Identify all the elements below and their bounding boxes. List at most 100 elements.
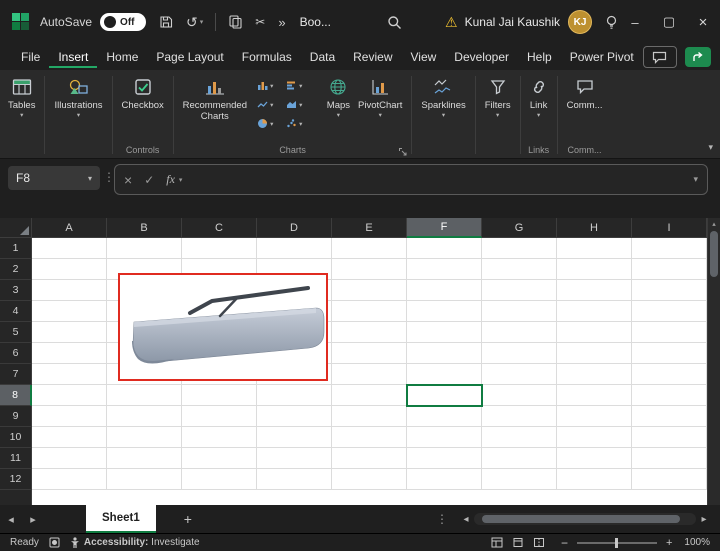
cell-I5[interactable] [632,322,707,343]
cell-G11[interactable] [482,448,557,469]
cell-C12[interactable] [182,469,257,490]
zoom-level[interactable]: 100% [684,537,710,548]
horizontal-scrollbar-thumb[interactable] [482,515,680,523]
cell-G5[interactable] [482,322,557,343]
cell-H7[interactable] [557,364,632,385]
warning-icon[interactable]: ⚠ [445,15,458,29]
cell-I1[interactable] [632,238,707,259]
cell-D8[interactable] [257,385,332,406]
cell-E9[interactable] [332,406,407,427]
menu-tab-data[interactable]: Data [301,47,344,68]
menu-tab-power-pivot[interactable]: Power Pivot [561,47,643,68]
cell-F2[interactable] [407,259,482,280]
cell-E2[interactable] [332,259,407,280]
cut-icon[interactable]: ✂ [255,16,265,28]
cell-H12[interactable] [557,469,632,490]
cell-D12[interactable] [257,469,332,490]
macro-record-icon[interactable] [49,537,60,548]
prev-sheet-icon[interactable]: ◂ [0,513,22,526]
cell-G10[interactable] [482,427,557,448]
scroll-right-icon[interactable]: ▸ [696,514,712,525]
cell-E3[interactable] [332,280,407,301]
cell-B9[interactable] [107,406,182,427]
row-header-12[interactable]: 12 [0,469,32,490]
pie-chart-button[interactable]: ▾ [251,114,280,133]
cell-E7[interactable] [332,364,407,385]
area-chart-button[interactable]: ▾ [280,95,309,114]
cell-E5[interactable] [332,322,407,343]
cell-B1[interactable] [107,238,182,259]
cell-I6[interactable] [632,343,707,364]
menu-tab-review[interactable]: Review [344,47,401,68]
cell-H5[interactable] [557,322,632,343]
cell-H9[interactable] [557,406,632,427]
cell-I11[interactable] [632,448,707,469]
recommended-charts-button[interactable]: Recommended Charts [179,73,251,126]
maximize-button[interactable]: ▢ [652,0,686,44]
cell-G3[interactable] [482,280,557,301]
cancel-icon[interactable]: × [124,172,132,188]
cell-F10[interactable] [407,427,482,448]
filters-button[interactable]: Filters ▾ [481,73,515,123]
row-header-1[interactable]: 1 [0,238,32,259]
cell-F1[interactable] [407,238,482,259]
menu-tab-formulas[interactable]: Formulas [233,47,301,68]
row-header-10[interactable]: 10 [0,427,32,448]
lightbulb-icon[interactable] [605,15,618,30]
row-header-4[interactable]: 4 [0,301,32,322]
menu-tab-view[interactable]: View [402,47,446,68]
comments-button[interactable]: Comm... [563,73,607,114]
cell-G2[interactable] [482,259,557,280]
copy-icon[interactable] [229,15,242,29]
cell-C8[interactable] [182,385,257,406]
fx-icon[interactable]: fx [166,172,175,187]
row-header-7[interactable]: 7 [0,364,32,385]
cell-D11[interactable] [257,448,332,469]
cell-C11[interactable] [182,448,257,469]
expand-formula-bar-icon[interactable]: ▾ [693,174,698,185]
cell-F11[interactable] [407,448,482,469]
cell-E11[interactable] [332,448,407,469]
checkbox-button[interactable]: Checkbox [118,73,168,114]
excel-logo-icon[interactable] [12,13,30,31]
cell-G4[interactable] [482,301,557,322]
cell-H1[interactable] [557,238,632,259]
cell-B10[interactable] [107,427,182,448]
cell-H2[interactable] [557,259,632,280]
link-button[interactable]: Link ▾ [526,73,552,123]
row-header-3[interactable]: 3 [0,280,32,301]
cell-D9[interactable] [257,406,332,427]
cell-E1[interactable] [332,238,407,259]
menu-tab-developer[interactable]: Developer [445,47,518,68]
cell-B8[interactable] [107,385,182,406]
cell-C1[interactable] [182,238,257,259]
scatter-chart-button[interactable]: ▾ [280,114,309,133]
cell-G7[interactable] [482,364,557,385]
comment-button[interactable] [642,46,677,68]
cell-I3[interactable] [632,280,707,301]
row-header-5[interactable]: 5 [0,322,32,343]
column-header-H[interactable]: H [557,218,632,238]
cell-A10[interactable] [32,427,107,448]
page-break-view-button[interactable] [533,537,545,548]
scroll-left-icon[interactable]: ◂ [458,514,474,525]
page-layout-view-button[interactable] [512,537,524,548]
cell-D10[interactable] [257,427,332,448]
column-header-D[interactable]: D [257,218,332,238]
illustrations-button[interactable]: Illustrations ▾ [50,73,106,123]
share-button[interactable] [684,47,711,67]
accessibility-icon[interactable] [70,536,80,549]
cell-H8[interactable] [557,385,632,406]
menu-tab-page-layout[interactable]: Page Layout [147,47,232,68]
column-header-B[interactable]: B [107,218,182,238]
scroll-up-icon[interactable]: ▴ [708,220,720,228]
save-icon[interactable] [159,15,173,29]
vertical-scrollbar-thumb[interactable] [710,231,718,277]
zoom-out-button[interactable]: − [561,536,568,550]
cell-A12[interactable] [32,469,107,490]
normal-view-button[interactable] [491,537,503,548]
cell-G9[interactable] [482,406,557,427]
cell-F4[interactable] [407,301,482,322]
select-all-corner[interactable] [0,218,32,238]
collapse-ribbon-icon[interactable]: ▾ [708,142,713,153]
